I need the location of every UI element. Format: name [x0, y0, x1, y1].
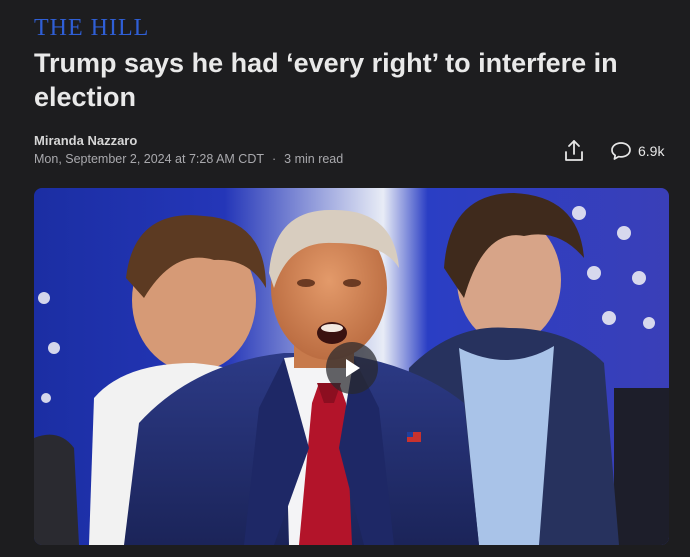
share-upload-icon: [565, 140, 583, 161]
speech-bubble-icon: [611, 142, 631, 160]
comment-count: 6.9k: [638, 143, 665, 159]
publisher-logo[interactable]: THE HILL: [34, 14, 149, 42]
article-title: Trump says he had ‘every right’ to inter…: [34, 48, 618, 112]
comments-button[interactable]: 6.9k: [610, 140, 664, 162]
play-icon: [346, 359, 360, 377]
meta-separator: ·: [271, 152, 277, 166]
play-button[interactable]: [326, 342, 378, 394]
read-time: 3 min read: [284, 152, 344, 166]
author-name[interactable]: Miranda Nazzaro: [34, 133, 137, 148]
publish-date: Mon, September 2, 2024 at 7:28 AM CDT: [34, 152, 264, 166]
article-meta: Mon, September 2, 2024 at 7:28 AM CDT · …: [34, 152, 343, 166]
share-button[interactable]: [563, 139, 585, 163]
